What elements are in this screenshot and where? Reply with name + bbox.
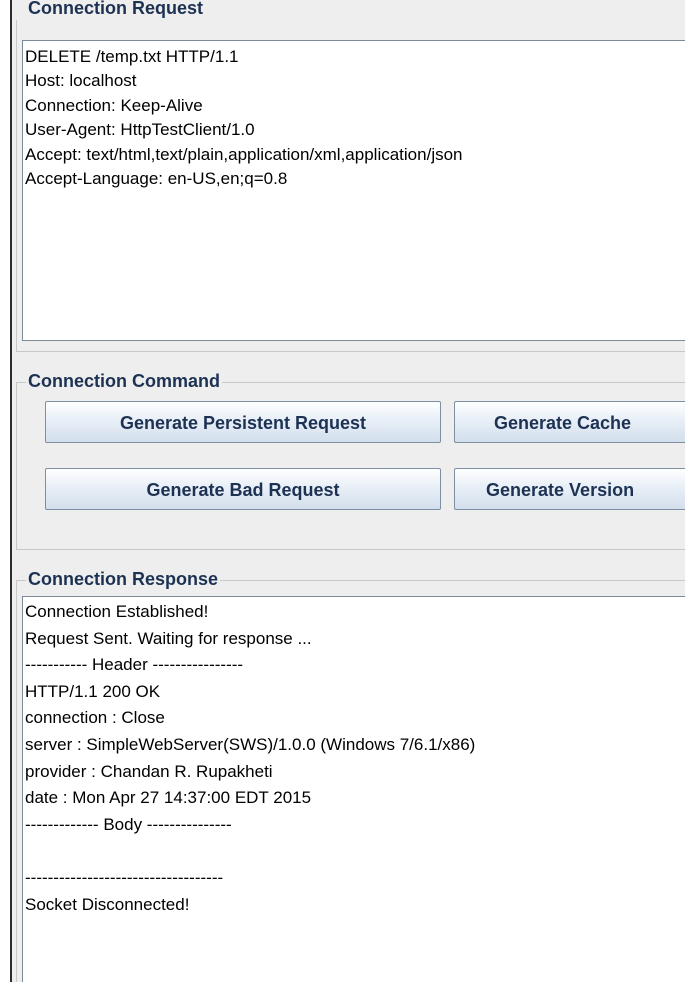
response-line: server : SimpleWebServer(SWS)/1.0.0 (Win… [25, 734, 476, 754]
response-line: ----------------------------------- [25, 867, 224, 887]
generate-persistent-request-button[interactable]: Generate Persistent Request [45, 401, 441, 443]
response-line: ----------- Header ---------------- [25, 655, 244, 675]
request-line: User-Agent: HttpTestClient/1.0 [25, 120, 255, 140]
request-line: Accept-Language: en-US,en;q=0.8 [25, 168, 288, 188]
response-line: Request Sent. Waiting for response ... [25, 628, 312, 648]
request-line: Accept: text/html,text/plain,application… [25, 144, 463, 164]
request-line: DELETE /temp.txt HTTP/1.1 [25, 47, 239, 66]
connection-command-panel: Connection Command Generate Persistent R… [12, 358, 685, 556]
response-text-area[interactable]: Connection Established! Request Sent. Wa… [22, 596, 685, 982]
response-line: connection : Close [25, 708, 165, 728]
connection-response-panel: Connection Response Connection Establish… [12, 556, 685, 982]
response-line: ------------- Body --------------- [25, 814, 232, 834]
connection-request-title: Connection Request [26, 0, 206, 19]
response-line: HTTP/1.1 200 OK [25, 681, 161, 701]
connection-response-title: Connection Response [26, 568, 221, 590]
generate-cache-button[interactable]: Generate Cache [454, 401, 685, 443]
response-line: Socket Disconnected! [25, 894, 190, 914]
connection-request-panel: Connection Request DELETE /temp.txt HTTP… [12, 0, 685, 358]
generate-bad-request-button[interactable]: Generate Bad Request [45, 468, 441, 510]
response-line: Connection Established! [25, 602, 209, 621]
response-line [25, 838, 685, 865]
request-line: Connection: Keep-Alive [25, 95, 203, 115]
request-text-area[interactable]: DELETE /temp.txt HTTP/1.1 Host: localhos… [22, 40, 685, 341]
generate-version-button[interactable]: Generate Version [454, 468, 685, 510]
request-line: Host: localhost [25, 71, 137, 91]
connection-command-title: Connection Command [26, 370, 222, 392]
response-line: date : Mon Apr 27 14:37:00 EDT 2015 [25, 788, 312, 808]
response-line: provider : Chandan R. Rupakheti [25, 761, 273, 781]
